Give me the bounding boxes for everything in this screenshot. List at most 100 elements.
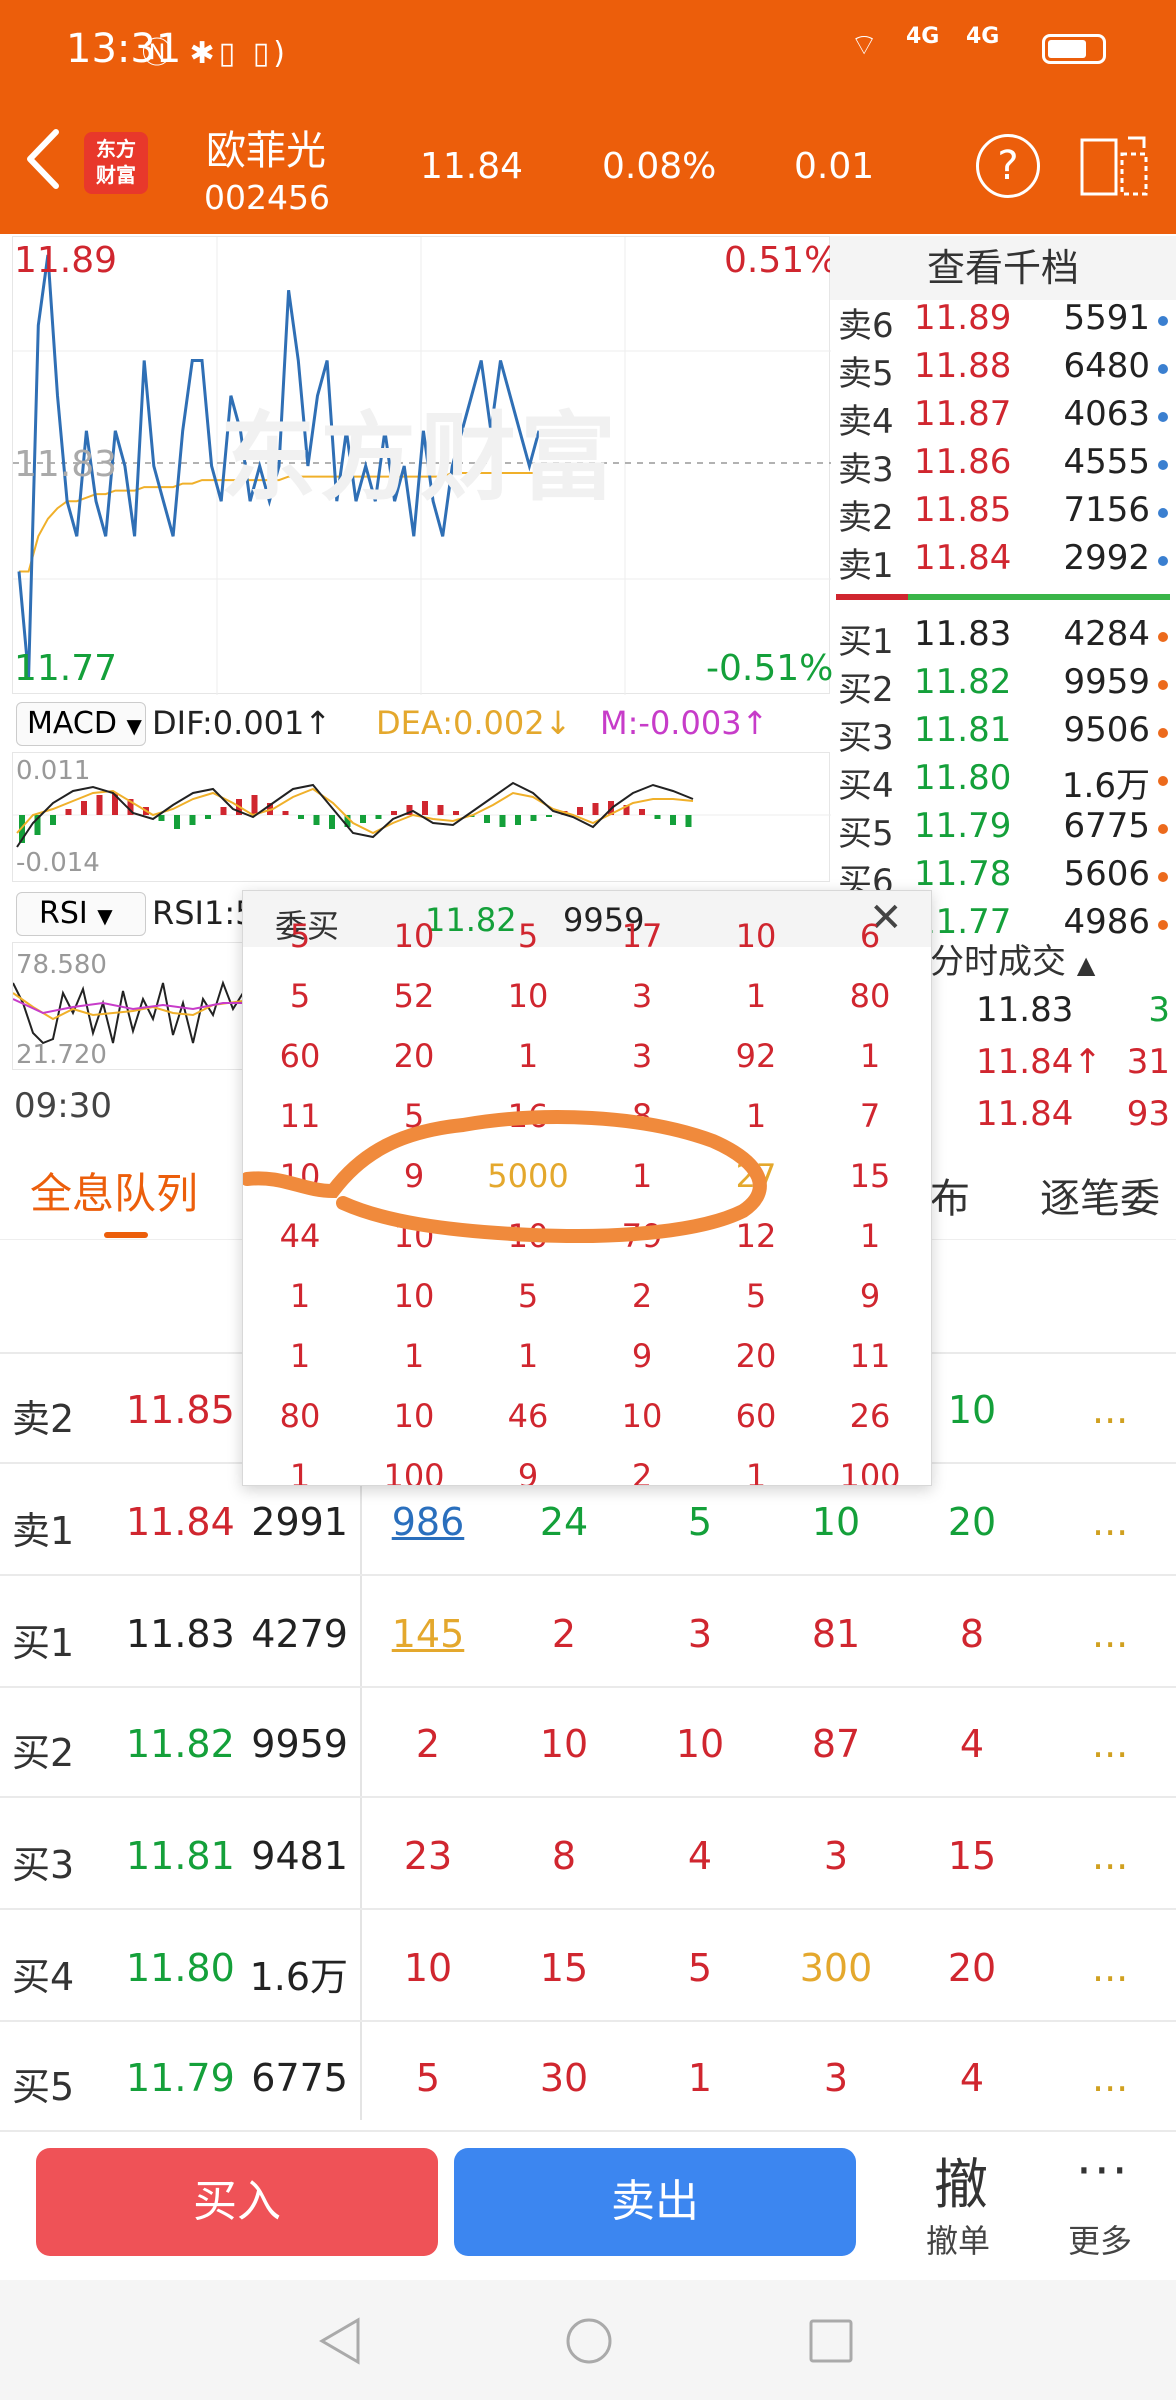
queue-order[interactable]: 23 (368, 1834, 488, 1878)
queue-order[interactable]: 8 (912, 1612, 1032, 1656)
buy-queue-popup[interactable]: 委买 11.82 9959 ✕ 5 10 5 17 10 6 5 52 10 3 1 80 60 20 1 3… (242, 890, 932, 1486)
tab-distribution[interactable]: 布 (930, 1166, 970, 1224)
queue-total: 6775 (251, 2056, 348, 2100)
cancel-order-label[interactable]: 撤单 (926, 2216, 990, 2262)
queue-order[interactable]: 15 (912, 1834, 1032, 1878)
orderbook-volume: 6480 (1063, 346, 1150, 386)
dot-icon (1158, 680, 1168, 690)
queue-order[interactable]: 10 (368, 1946, 488, 1990)
queue-order[interactable]: 10 (776, 1500, 896, 1544)
queue-order[interactable]: 5 (640, 1946, 760, 1990)
sell-button[interactable]: 卖出 (454, 2148, 856, 2256)
nav-home-icon[interactable] (564, 2316, 614, 2366)
tab-order-by-order[interactable]: 逐笔委 (1040, 1166, 1160, 1224)
queue-order[interactable]: 2 (504, 1612, 624, 1656)
trade-row: 11.83 3 (930, 990, 1176, 1038)
buy-button[interactable]: 买入 (36, 2148, 438, 2256)
trade-row: 11.84↑ 31 (930, 1042, 1176, 1090)
queue-order[interactable]: 5 (368, 2056, 488, 2100)
queue-more[interactable]: ... (1092, 2056, 1128, 2100)
queue-row[interactable]: 买2 11.82 9959 2 10 10 87 4... (0, 1688, 1176, 1798)
wifi-icon: ⌔ (850, 28, 879, 63)
orderbook-row[interactable]: 买3 11.81 9506 (838, 710, 1174, 758)
nav-recents-icon[interactable] (808, 2318, 854, 2364)
orderbook-row[interactable]: 卖6 11.89 5591 (838, 298, 1174, 346)
queue-more[interactable]: ... (1092, 1946, 1128, 1990)
queue-order[interactable]: 5 (640, 1500, 760, 1544)
header-change: 0.01 (794, 146, 875, 187)
orderbook-row[interactable]: 买5 11.79 6775 (838, 806, 1174, 854)
stock-name[interactable]: 欧菲光 (206, 118, 326, 176)
queue-order[interactable]: 3 (640, 1612, 760, 1656)
trades-header[interactable]: 分时成交 ▲ (930, 934, 1095, 983)
queue-order[interactable]: 4 (640, 1834, 760, 1878)
more-label[interactable]: 更多 (1068, 2216, 1132, 2262)
queue-order[interactable]: 300 (776, 1946, 896, 1990)
signal-4g-1: 4G (906, 24, 940, 49)
queue-order[interactable]: 4 (912, 1722, 1032, 1766)
rsi-label: RSI1:5 (152, 894, 256, 932)
orderbook-row[interactable]: 买1 11.83 4284 (838, 614, 1174, 662)
help-button[interactable]: ? (976, 134, 1040, 198)
orderbook-row[interactable]: 卖2 11.85 7156 (838, 490, 1174, 538)
watermark: 东方财富 (220, 402, 620, 514)
cancel-order-icon[interactable]: 撤 (934, 2140, 988, 2219)
queue-order[interactable]: 20 (912, 1946, 1032, 1990)
queue-order[interactable]: 4 (912, 2056, 1032, 2100)
back-icon[interactable] (20, 124, 64, 194)
queue-row[interactable]: 买5 11.79 6775 5 30 1 3 4... (0, 2022, 1176, 2132)
queue-order[interactable]: 3 (776, 2056, 896, 2100)
annotation-circle (243, 1110, 767, 1243)
queue-row[interactable]: 买1 11.83 4279 145 2 3 81 8... (0, 1578, 1176, 1688)
orderbook-row[interactable]: 买4 11.80 1.6万 (838, 758, 1174, 806)
queue-more[interactable]: ... (1092, 1612, 1128, 1656)
queue-row[interactable]: 买4 11.80 1.6万 10 15 5 300 20... (0, 1912, 1176, 2022)
queue-order[interactable]: 1 (640, 2056, 760, 2100)
queue-order[interactable]: 986 (368, 1500, 488, 1544)
queue-price: 11.85 (126, 1388, 235, 1432)
orderbook-volume: 9959 (1063, 662, 1150, 702)
arrow-up-icon: ↑ (741, 704, 769, 742)
queue-order[interactable]: 145 (368, 1612, 488, 1656)
chart-mid: 11.83 (14, 444, 118, 485)
queue-order[interactable]: 87 (776, 1722, 896, 1766)
orderbook-row[interactable]: 卖1 11.84 2992 (838, 538, 1174, 586)
macd-selector[interactable]: MACD ▼ (16, 702, 146, 746)
stock-code: 002456 (204, 178, 330, 217)
queue-more[interactable]: ... (1092, 1722, 1128, 1766)
orderbook-title[interactable]: 查看千档 (830, 236, 1176, 300)
orderbook-row[interactable]: 卖4 11.87 4063 (838, 394, 1174, 442)
rsi-selector[interactable]: RSI ▼ (16, 892, 146, 936)
queue-order[interactable]: 8 (504, 1834, 624, 1878)
trade-volume: 93 (1126, 1094, 1170, 1134)
queue-more[interactable]: ... (1092, 1500, 1128, 1544)
queue-order[interactable]: 10 (504, 1722, 624, 1766)
orderbook-row[interactable]: 卖3 11.86 4555 (838, 442, 1174, 490)
layout-toggle-icon[interactable] (1078, 134, 1150, 198)
queue-order[interactable]: 24 (504, 1500, 624, 1544)
more-icon[interactable]: ··· (1076, 2142, 1130, 2200)
orderbook-row[interactable]: 买2 11.82 9959 (838, 662, 1174, 710)
nav-back-icon[interactable] (316, 2316, 364, 2366)
queue-order[interactable]: 10 (640, 1722, 760, 1766)
queue-row[interactable]: 买3 11.81 9481 23 8 4 3 15... (0, 1800, 1176, 1910)
queue-order[interactable]: 30 (504, 2056, 624, 2100)
orderbook-row[interactable]: 卖5 11.88 6480 (838, 346, 1174, 394)
status-icons: Ⓝ ✱▯ ▯) (142, 36, 289, 71)
chart-high-pct: 0.51% (724, 240, 839, 281)
queue-order[interactable]: 3 (776, 1834, 896, 1878)
macd-chart[interactable] (12, 752, 831, 882)
macd-m: M:-0.003↑ (600, 704, 768, 742)
tab-full-queue[interactable]: 全息队列 (30, 1160, 198, 1221)
orderbook-volume: 5606 (1063, 854, 1150, 894)
dot-icon (1158, 460, 1168, 470)
orderbook-volume: 7156 (1063, 490, 1150, 530)
queue-order[interactable]: 2 (368, 1722, 488, 1766)
trade-row: 11.84 93 (930, 1094, 1176, 1142)
queue-more[interactable]: ... (1092, 1388, 1128, 1432)
queue-order[interactable]: 20 (912, 1500, 1032, 1544)
queue-order[interactable]: 15 (504, 1946, 624, 1990)
queue-order[interactable]: 81 (776, 1612, 896, 1656)
queue-more[interactable]: ... (1092, 1834, 1128, 1878)
chart-low: 11.77 (14, 648, 118, 689)
